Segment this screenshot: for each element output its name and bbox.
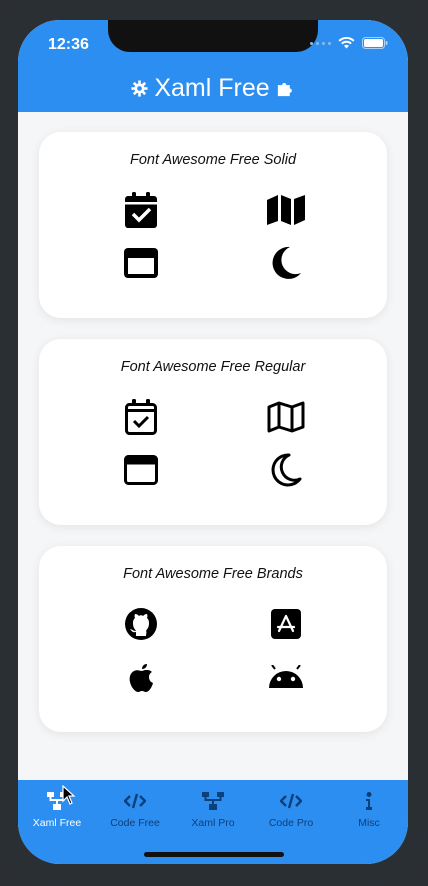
calendar-check-solid-icon xyxy=(121,190,161,230)
status-icons xyxy=(310,37,388,49)
map-solid-icon xyxy=(266,190,306,230)
window-maximize-regular-icon xyxy=(121,450,161,490)
tab-label: Code Pro xyxy=(268,817,314,829)
sitemap-icon xyxy=(174,790,252,812)
sitemap-icon xyxy=(18,790,96,812)
calendar-check-regular-icon xyxy=(121,397,161,437)
tab-code-free[interactable]: Code Free xyxy=(96,790,174,829)
device-frame: 12:36 Xaml Free Font Awesome Free Solid … xyxy=(0,0,428,886)
moon-solid-icon xyxy=(266,243,306,283)
card-solid: Font Awesome Free Solid xyxy=(39,132,387,318)
mouse-cursor-icon xyxy=(62,784,76,810)
battery-icon xyxy=(362,37,388,49)
tab-label: Xaml Pro xyxy=(191,817,235,829)
card-title: Font Awesome Free Solid xyxy=(129,152,297,168)
tab-code-pro[interactable]: Code Pro xyxy=(252,790,330,829)
home-indicator[interactable] xyxy=(144,852,284,857)
page-title: Xaml Free xyxy=(154,74,270,102)
card-brands: Font Awesome Free Brands xyxy=(39,546,387,732)
moon-regular-icon xyxy=(266,450,306,490)
puzzle-piece-icon xyxy=(277,82,292,97)
wifi-icon xyxy=(338,37,355,49)
notch xyxy=(108,20,318,52)
code-icon xyxy=(96,790,174,812)
status-time: 12:36 xyxy=(48,36,89,53)
tab-xaml-free[interactable]: Xaml Free xyxy=(18,790,96,829)
android-icon xyxy=(266,657,306,697)
header-bar: 12:36 Xaml Free xyxy=(18,20,408,112)
map-regular-icon xyxy=(266,397,306,437)
apple-icon xyxy=(121,657,161,697)
tab-misc[interactable]: Misc xyxy=(330,790,408,829)
card-title: Font Awesome Free Brands xyxy=(123,566,303,582)
app-store-icon xyxy=(266,604,306,644)
tab-label: Misc xyxy=(358,817,380,829)
tab-label: Xaml Free xyxy=(32,817,82,829)
screen: 12:36 Xaml Free Font Awesome Free Solid … xyxy=(18,20,408,864)
window-maximize-solid-icon xyxy=(121,243,161,283)
title-row: Xaml Free xyxy=(18,74,408,103)
github-icon xyxy=(121,604,161,644)
card-title: Font Awesome Free Regular xyxy=(120,359,306,375)
info-icon xyxy=(330,790,408,812)
code-icon xyxy=(252,790,330,812)
tab-xaml-pro[interactable]: Xaml Pro xyxy=(174,790,252,829)
signal-icon xyxy=(310,41,331,45)
tab-label: Code Free xyxy=(110,817,160,829)
card-regular: Font Awesome Free Regular xyxy=(39,339,387,525)
cog-icon xyxy=(131,80,148,97)
